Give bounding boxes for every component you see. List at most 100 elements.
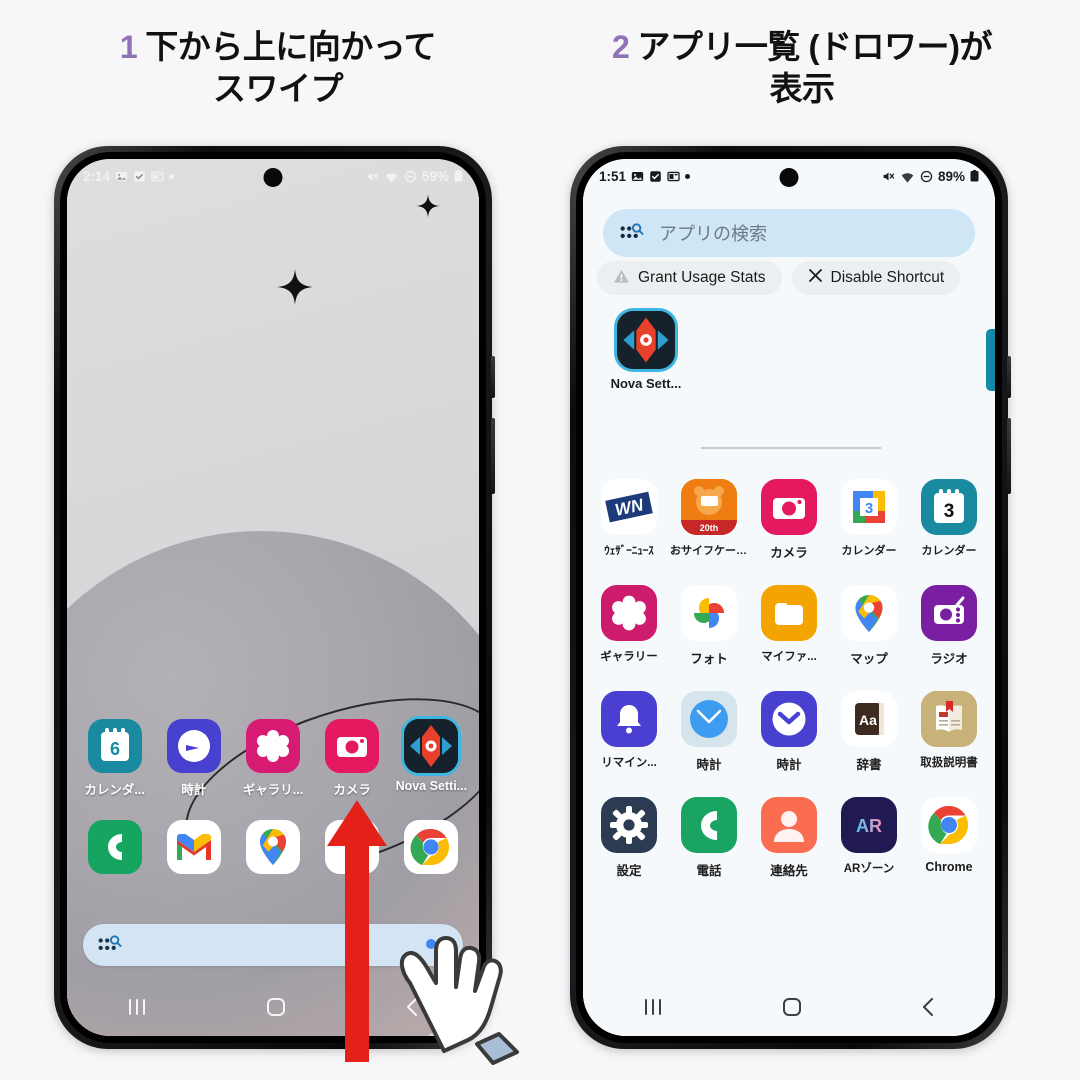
drawer-app-label: マイファ... <box>761 651 817 663</box>
navigation-bar <box>583 982 995 1036</box>
svg-text:3: 3 <box>865 500 873 517</box>
checkbox-icon <box>133 170 146 183</box>
home-icon[interactable] <box>782 997 802 1022</box>
drawer-app-clock-blue[interactable]: 時計 <box>669 691 749 773</box>
drawer-pinned-app[interactable]: Nova Sett... <box>605 311 687 391</box>
drawer-app-gallery[interactable]: ギャラリー <box>589 585 669 667</box>
chip-grant-usage-stats[interactable]: Grant Usage Stats <box>597 261 782 295</box>
volume-button[interactable] <box>491 418 495 494</box>
dock-app-chrome[interactable] <box>394 820 468 874</box>
calendar-samsung-icon: 3 <box>921 479 977 535</box>
drawer-app-phone[interactable]: 電話 <box>669 797 749 879</box>
home-app-label: カレンダ... <box>84 783 145 797</box>
dock-app-gmail[interactable] <box>157 820 231 874</box>
drawer-app-camera[interactable]: カメラ <box>749 479 829 561</box>
drawer-app-contacts[interactable]: 連絡先 <box>749 797 829 879</box>
home-app-label: Nova Setti... <box>395 779 468 793</box>
drawer-app-label: 電話 <box>696 864 722 878</box>
status-time: 2:14 <box>83 168 111 184</box>
drawer-app-reminder[interactable]: リマイン... <box>589 691 669 773</box>
home-icon[interactable] <box>266 997 286 1022</box>
dock-app-maps[interactable] <box>236 820 310 874</box>
home-app-label: カメラ <box>333 783 371 797</box>
drawer-app-label: Nova Sett... <box>610 376 682 391</box>
nova-settings-icon <box>404 719 459 773</box>
clock-samsung-icon <box>761 691 817 747</box>
home-dock-row <box>67 820 479 874</box>
home-screen: 2:14 59% 6 カレンダ... 時計 ギャラリ... カメラ Nova S… <box>67 159 479 1036</box>
drawer-app-chrome[interactable]: Chrome <box>909 797 989 879</box>
checkbox-icon <box>649 170 662 183</box>
drawer-app-label: Chrome <box>925 860 973 874</box>
svg-text:3: 3 <box>944 501 955 522</box>
wifi-icon <box>384 170 399 183</box>
dnd-icon <box>404 170 417 183</box>
drawer-app-weathernews[interactable]: WN ｳｪｻﾞｰﾆｭｰｽ <box>589 479 669 561</box>
drawer-chip-row: Grant Usage Stats Disable Shortcut <box>597 261 995 295</box>
home-app-clock[interactable]: 時計 <box>157 719 231 798</box>
drawer-app-my-files[interactable]: マイファ... <box>749 585 829 667</box>
drawer-app-label: おサイフケータイ <box>670 545 749 557</box>
drawer-app-google-calendar[interactable]: 3 カレンダー <box>829 479 909 561</box>
svg-text:20th: 20th <box>700 523 719 533</box>
home-app-camera[interactable]: カメラ <box>315 719 389 798</box>
drawer-section-divider <box>701 447 881 449</box>
drawer-app-google-photos[interactable]: フォト <box>669 585 749 667</box>
drawer-app-ar-zone[interactable]: AR ARゾーン <box>829 797 909 879</box>
home-app-grid: 6 カレンダ... 時計 ギャラリ... カメラ Nova Setti... <box>67 719 479 886</box>
step-2-number: 2 <box>612 29 630 65</box>
sparkle-icon <box>415 193 441 223</box>
power-button[interactable] <box>491 356 495 398</box>
drawer-app-manual[interactable]: 取扱説明書 <box>909 691 989 773</box>
svg-text:AR: AR <box>856 816 882 836</box>
chrome-icon <box>404 820 459 874</box>
photo-icon <box>115 170 128 183</box>
drawer-app-maps[interactable]: マップ <box>829 585 909 667</box>
dnd-icon <box>920 170 933 183</box>
card-icon <box>151 170 164 183</box>
my-files-icon <box>761 585 817 641</box>
recents-icon[interactable] <box>642 998 664 1021</box>
drawer-app-label: カレンダー <box>841 545 897 557</box>
svg-text:Aa: Aa <box>859 712 877 728</box>
radio-icon <box>921 585 977 641</box>
drawer-app-label: 設定 <box>616 864 642 878</box>
drawer-app-row: ギャラリー フォト マイファ... マップ ラジオ <box>589 585 989 667</box>
drawer-app-osaifu-keitai[interactable]: 20th おサイフケータイ <box>669 479 749 561</box>
back-icon[interactable] <box>920 997 936 1022</box>
drawer-search-bar[interactable]: アプリの検索 <box>603 209 975 257</box>
dock-app-phone[interactable] <box>78 820 152 874</box>
home-app-label: 時計 <box>181 783 207 797</box>
dot-icon <box>169 173 175 179</box>
home-app-gallery[interactable]: ギャラリ... <box>236 719 310 798</box>
drawer-app-clock[interactable]: 時計 <box>749 691 829 773</box>
maps-icon <box>245 820 300 874</box>
camera-icon <box>325 719 380 773</box>
home-app-nova-settings[interactable]: Nova Setti... <box>394 719 468 798</box>
step-1-number: 1 <box>119 29 138 65</box>
step-2-caption: 2 アプリ一覧 (ドロワー)が 表示 <box>552 26 1052 110</box>
step-2-line1: アプリ一覧 (ドロワー)が <box>637 28 992 65</box>
wallpaper <box>67 159 479 1036</box>
maps-icon <box>841 585 897 641</box>
drawer-app-calendar[interactable]: 3 カレンダー <box>909 479 989 561</box>
volume-button[interactable] <box>1007 418 1011 494</box>
camera-hole <box>263 168 283 187</box>
power-button[interactable] <box>1007 356 1011 398</box>
drawer-app-settings[interactable]: 設定 <box>589 797 669 879</box>
tutorial-page: 1 下から上に向かって スワイプ 2 アプリ一覧 (ドロワー)が 表示 2:14… <box>0 0 1080 1080</box>
apps-search-icon <box>97 934 123 956</box>
camera-hole <box>779 168 799 187</box>
recents-icon[interactable] <box>126 998 148 1021</box>
phone-icon <box>681 797 737 853</box>
drawer-app-dictionary[interactable]: Aa 辞書 <box>829 691 909 773</box>
chrome-icon <box>921 797 977 853</box>
camera-icon <box>761 479 817 535</box>
swipe-up-arrow <box>325 800 389 1062</box>
chip-disable-shortcut[interactable]: Disable Shortcut <box>791 261 961 295</box>
scrollbar[interactable] <box>986 329 995 391</box>
calendar-samsung-icon: 6 <box>87 719 142 773</box>
home-app-calendar[interactable]: 6 カレンダ... <box>78 719 152 798</box>
drawer-app-radio[interactable]: ラジオ <box>909 585 989 667</box>
phone-icon <box>87 820 142 874</box>
